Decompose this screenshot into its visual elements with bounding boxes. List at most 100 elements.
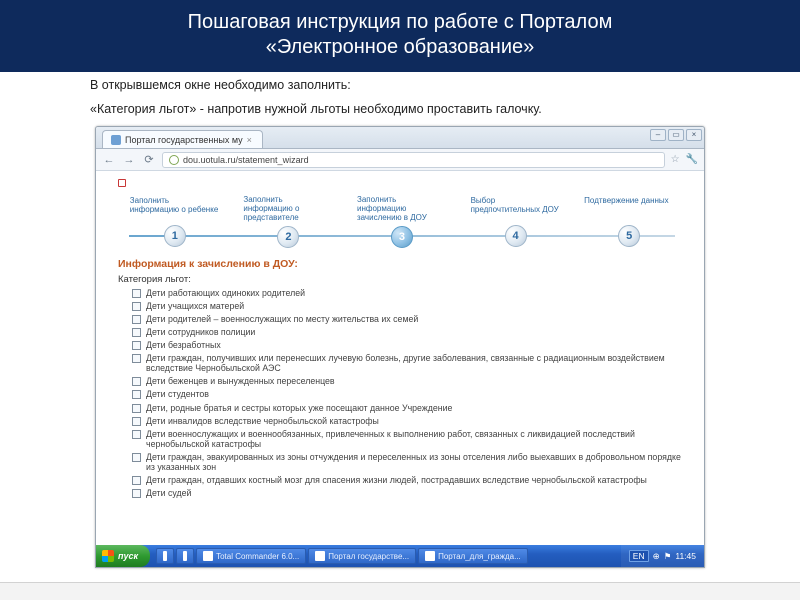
checkbox-label: Дети студентов — [146, 389, 209, 399]
wizard-step-number: 4 — [505, 225, 527, 247]
close-button[interactable]: × — [686, 129, 702, 141]
checkbox[interactable] — [132, 289, 141, 298]
checkbox-label: Дети граждан, получивших или перенесших … — [146, 353, 686, 373]
nav-forward-icon[interactable]: → — [122, 153, 136, 167]
wizard-step-number: 2 — [277, 226, 299, 248]
checkbox[interactable] — [132, 404, 141, 413]
benefit-row: Дети работающих одиноких родителей — [132, 288, 686, 298]
url-text: dou.uotula.ru/statement_wizard — [183, 155, 309, 165]
checkbox[interactable] — [132, 341, 141, 350]
wizard-step-3[interactable]: Заполнить информацию зачислению в ДОУ 3 — [345, 195, 459, 248]
settings-wrench-icon[interactable]: 🔧 — [686, 154, 698, 165]
browser-window: Портал государственных му × – ▭ × ← → ⟳ … — [95, 126, 705, 568]
benefit-row: Дети инвалидов вследствие чернобыльской … — [132, 416, 686, 426]
checkbox-label: Дети военнослужащих и военнообязанных, п… — [146, 429, 686, 449]
checkbox[interactable] — [132, 476, 141, 485]
title-line-1: Пошаговая инструкция по работе с Портало… — [60, 10, 740, 35]
benefit-row: Дети родителей – военнослужащих по месту… — [132, 314, 686, 324]
task-icon — [183, 551, 187, 561]
benefit-row: Дети судей — [132, 488, 686, 498]
checkbox-label: Дети безработных — [146, 340, 221, 350]
wizard-step-number: 5 — [618, 225, 640, 247]
checkbox-label: Дети сотрудников полиции — [146, 327, 255, 337]
minimize-button[interactable]: – — [650, 129, 666, 141]
taskbar-tasks: Total Commander 6.0... Портал государств… — [156, 545, 621, 567]
task-label: Портал_для_гражда... — [438, 552, 521, 561]
task-label: Портал государстве... — [328, 552, 409, 561]
wizard-step-4[interactable]: Выбор предпочтительных ДОУ 4 — [459, 196, 573, 247]
taskbar-item[interactable] — [176, 548, 194, 564]
globe-icon — [169, 155, 179, 165]
browser-tabstrip: Портал государственных му × – ▭ × — [96, 127, 704, 149]
nav-reload-icon[interactable]: ⟳ — [142, 153, 156, 167]
instruction-text-2: «Категория льгот» - напротив нужной льго… — [90, 102, 710, 116]
windows-logo-icon — [102, 550, 114, 562]
url-input[interactable]: dou.uotula.ru/statement_wizard — [162, 152, 665, 168]
benefit-row: Дети граждан, эвакуированных из зоны отч… — [132, 452, 686, 472]
wizard-step-label: Подтвержение данных — [584, 196, 674, 222]
benefit-row: Дети сотрудников полиции — [132, 327, 686, 337]
checkbox[interactable] — [132, 390, 141, 399]
window-controls: – ▭ × — [650, 129, 702, 141]
checkbox-label: Дети граждан, эвакуированных из зоны отч… — [146, 452, 686, 472]
benefit-row: Дети учащихся матерей — [132, 301, 686, 311]
start-label: пуск — [118, 551, 138, 561]
address-bar: ← → ⟳ dou.uotula.ru/statement_wizard ☆ 🔧 — [96, 149, 704, 171]
bookmark-star-icon[interactable]: ☆ — [671, 154, 680, 165]
taskbar-item[interactable]: Портал_для_гражда... — [418, 548, 528, 564]
checkbox-label: Дети работающих одиноких родителей — [146, 288, 305, 298]
wizard-step-5[interactable]: Подтвержение данных 5 — [572, 196, 686, 247]
tray-icon[interactable]: ⊕ — [653, 551, 660, 562]
task-icon — [425, 551, 435, 561]
checkbox[interactable] — [132, 377, 141, 386]
checkbox-label: Дети беженцев и вынужденных переселенцев — [146, 376, 335, 386]
clock[interactable]: 11:45 — [675, 551, 696, 561]
page-content: Заполнить информацию о ребенке 1 Заполни… — [96, 171, 704, 545]
category-label: Категория льгот: — [118, 274, 686, 285]
taskbar-item[interactable] — [156, 548, 174, 564]
task-icon — [203, 551, 213, 561]
nav-back-icon[interactable]: ← — [102, 153, 116, 167]
title-line-2: «Электронное образование» — [60, 35, 740, 60]
wizard-step-1[interactable]: Заполнить информацию о ребенке 1 — [118, 196, 232, 247]
checkbox-label: Дети инвалидов вследствие чернобыльской … — [146, 416, 379, 426]
benefit-row: Дети, родные братья и сестры которых уже… — [132, 403, 686, 413]
taskbar-item[interactable]: Total Commander 6.0... — [196, 548, 306, 564]
section-heading: Информация к зачислению в ДОУ: — [118, 258, 686, 270]
taskbar-item[interactable]: Портал государстве... — [308, 548, 416, 564]
checkbox[interactable] — [132, 489, 141, 498]
checkbox[interactable] — [132, 315, 141, 324]
wizard-step-2[interactable]: Заполнить информацию о представителе 2 — [232, 195, 346, 248]
wizard-step-label: Заполнить информацию о ребенке — [130, 196, 220, 222]
checkbox[interactable] — [132, 354, 141, 363]
slide-title: Пошаговая инструкция по работе с Портало… — [0, 0, 800, 72]
checkbox[interactable] — [132, 430, 141, 439]
benefit-row: Дети военнослужащих и военнообязанных, п… — [132, 429, 686, 449]
wizard-step-number: 3 — [391, 226, 413, 248]
slide-footer-strip — [0, 582, 800, 600]
language-indicator[interactable]: EN — [629, 550, 649, 562]
instructions: В открывшемся окне необходимо заполнить:… — [0, 72, 800, 116]
instruction-text-1: В открывшемся окне необходимо заполнить: — [90, 78, 710, 92]
wizard-step-label: Выбор предпочтительных ДОУ — [471, 196, 561, 222]
maximize-button[interactable]: ▭ — [668, 129, 684, 141]
checkbox[interactable] — [132, 417, 141, 426]
checkbox-label: Дети судей — [146, 488, 191, 498]
tab-close-icon[interactable]: × — [247, 135, 252, 145]
wizard-steps: Заполнить информацию о ребенке 1 Заполни… — [118, 195, 686, 248]
checkbox[interactable] — [132, 302, 141, 311]
checkbox[interactable] — [132, 328, 141, 337]
task-icon — [315, 551, 325, 561]
checkbox-label: Дети, родные братья и сестры которых уже… — [146, 403, 452, 413]
start-button[interactable]: пуск — [96, 545, 150, 567]
browser-tab[interactable]: Портал государственных му × — [102, 130, 263, 148]
wizard-step-label: Заполнить информацию зачислению в ДОУ — [357, 195, 447, 223]
task-icon — [163, 551, 167, 561]
page-badge-icon — [118, 179, 126, 187]
tray-icon[interactable]: ⚑ — [664, 551, 672, 562]
checkbox[interactable] — [132, 453, 141, 462]
checkbox-label: Дети родителей – военнослужащих по месту… — [146, 314, 418, 324]
benefits-checkbox-list: Дети работающих одиноких родителей Дети у… — [118, 288, 686, 499]
wizard-step-number: 1 — [164, 225, 186, 247]
benefit-row: Дети беженцев и вынужденных переселенцев — [132, 376, 686, 386]
